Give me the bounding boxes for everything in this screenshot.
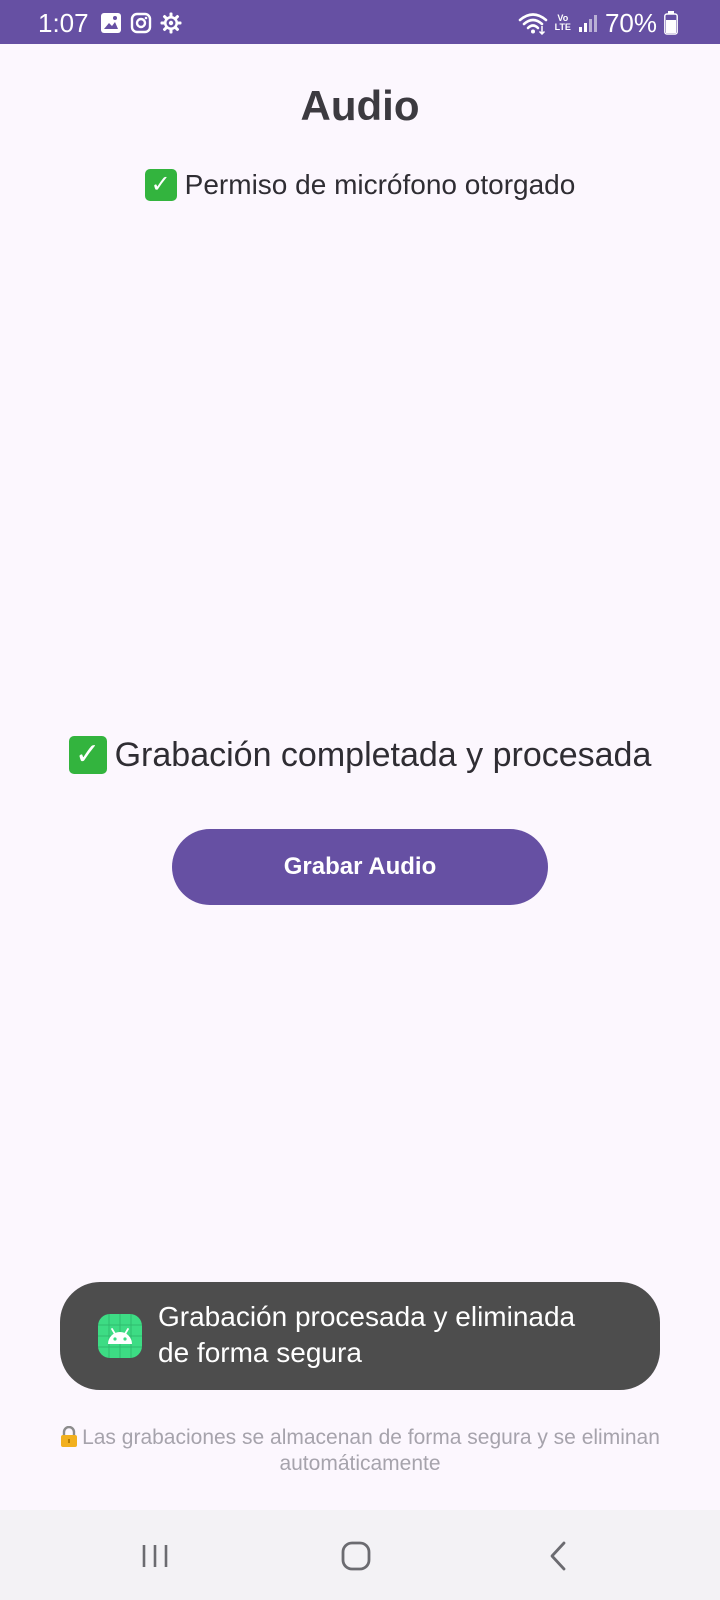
- privacy-note: Las grabaciones se almacenan de forma se…: [60, 1425, 660, 1477]
- permission-status: ✓ Permiso de micrófono otorgado: [0, 167, 720, 203]
- toast-text-line1: Grabación procesada y eliminada: [158, 1301, 576, 1332]
- settings-gear-icon: [160, 12, 182, 34]
- image-icon: [101, 13, 121, 33]
- volte-icon: Vo LTE: [554, 13, 571, 32]
- battery-icon: [664, 11, 678, 35]
- recording-status-text: Grabación completada y procesada: [114, 736, 652, 774]
- home-button[interactable]: [332, 1532, 380, 1580]
- navigation-bar: [0, 1510, 720, 1600]
- instagram-icon: [130, 12, 152, 34]
- toast-text: Grabación procesada y eliminada de forma…: [158, 1299, 638, 1371]
- check-mark-icon: ✓: [68, 736, 107, 774]
- signal-icon: [578, 15, 597, 32]
- toast-message: Grabación procesada y eliminada de forma…: [60, 1282, 660, 1390]
- notification-icons: [100, 12, 182, 34]
- recording-status: ✓ Grabación completada y procesada: [0, 734, 720, 776]
- back-button[interactable]: [535, 1532, 583, 1580]
- record-audio-button[interactable]: Grabar Audio: [172, 829, 548, 905]
- toast-text-line2: de forma segura: [158, 1337, 362, 1368]
- wifi-icon: [518, 13, 547, 35]
- permission-status-text: Permiso de micrófono otorgado: [184, 169, 576, 200]
- lock-icon: [61, 1426, 78, 1447]
- back-icon: [550, 1541, 566, 1571]
- android-app-icon: [98, 1314, 142, 1358]
- battery-percent: 70%: [604, 8, 657, 38]
- home-icon: [341, 1541, 371, 1571]
- status-bar: 1:07 Vo LTE 70%: [0, 0, 720, 44]
- system-status-icons: Vo LTE 70%: [518, 9, 678, 37]
- recents-icon: [142, 1545, 168, 1567]
- privacy-note-text: Las grabaciones se almacenan de forma se…: [82, 1426, 660, 1475]
- status-time: 1:07: [38, 8, 89, 38]
- check-mark-icon: ✓: [144, 169, 177, 201]
- recents-button[interactable]: [131, 1532, 179, 1580]
- page-title: Audio: [300, 82, 420, 129]
